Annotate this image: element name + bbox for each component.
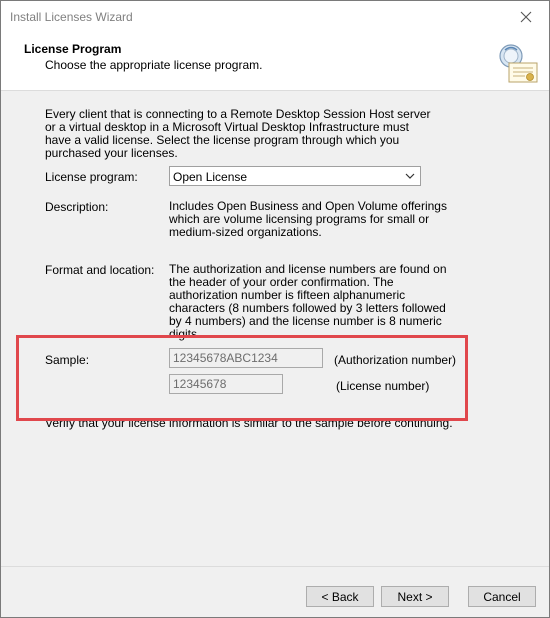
- description-text: Includes Open Business and Open Volume o…: [169, 199, 447, 239]
- cancel-button[interactable]: Cancel: [468, 586, 536, 607]
- format-location-label: Format and location:: [45, 263, 155, 277]
- sample-authorization-field: 12345678ABC1234: [169, 348, 323, 368]
- sample-license-caption: (License number): [336, 379, 430, 393]
- intro-text: Every client that is connecting to a Rem…: [45, 107, 431, 160]
- next-button[interactable]: Next >: [381, 586, 449, 607]
- sample-label: Sample:: [45, 353, 90, 367]
- wizard-footer: < Back Next > Cancel: [1, 566, 549, 617]
- wizard-content: Every client that is connecting to a Rem…: [1, 91, 549, 565]
- wizard-header: License Program Choose the appropriate l…: [1, 32, 549, 91]
- chevron-down-icon: [405, 173, 415, 179]
- title-bar: Install Licenses Wizard: [1, 1, 549, 32]
- sample-license-field: 12345678: [169, 374, 283, 394]
- license-program-selected-value: Open License: [173, 170, 248, 184]
- page-title: License Program: [24, 42, 122, 56]
- back-button[interactable]: < Back: [306, 586, 374, 607]
- page-subtitle: Choose the appropriate license program.: [45, 58, 263, 72]
- license-program-dropdown[interactable]: Open License: [169, 166, 421, 186]
- close-icon: [520, 11, 532, 22]
- certificate-icon: [499, 44, 538, 83]
- install-licenses-wizard-window: Install Licenses Wizard License Program …: [0, 0, 550, 618]
- verify-text: Verify that your license information is …: [45, 416, 453, 430]
- window-title: Install Licenses Wizard: [10, 10, 133, 24]
- sample-authorization-caption: (Authorization number): [334, 353, 457, 367]
- license-program-label: License program:: [45, 170, 138, 184]
- close-button[interactable]: [503, 1, 549, 32]
- description-label: Description:: [45, 200, 109, 214]
- format-location-text: The authorization and license numbers ar…: [169, 262, 447, 341]
